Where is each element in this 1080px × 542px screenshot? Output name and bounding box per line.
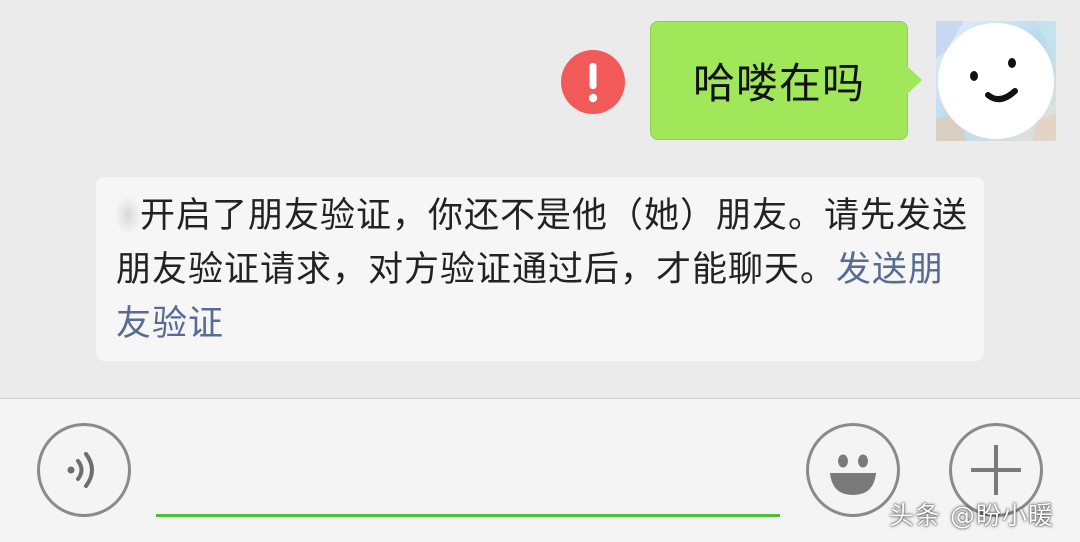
bubble-tail xyxy=(906,65,922,95)
emoji-button[interactable] xyxy=(806,423,900,517)
smiley-emoji-icon xyxy=(830,454,876,495)
message-input-wrap xyxy=(156,439,780,517)
outgoing-message-bubble[interactable]: 哈喽在吗 xyxy=(650,21,908,140)
message-input[interactable] xyxy=(156,439,780,517)
blurred-name xyxy=(116,197,140,233)
voice-wave-icon xyxy=(67,452,94,488)
system-notice: 开启了朋友验证，你还不是他（她）朋友。请先发送朋友验证请求，对方验证通过后，才能… xyxy=(96,177,984,361)
avatar[interactable] xyxy=(936,21,1056,141)
outgoing-message[interactable]: 哈喽在吗 xyxy=(650,21,922,140)
voice-button[interactable] xyxy=(37,423,131,517)
chat-area: 哈喽在吗 开启了朋友验证，你还不是他（她）朋友。请先发送朋友验证请求，对方验证通… xyxy=(0,0,1080,398)
plus-icon xyxy=(971,445,1021,495)
watermark: 头条 @盼小暖 xyxy=(889,501,1054,530)
smiley-face-avatar-icon xyxy=(936,21,1056,141)
exclamation-error-icon[interactable] xyxy=(561,50,625,114)
